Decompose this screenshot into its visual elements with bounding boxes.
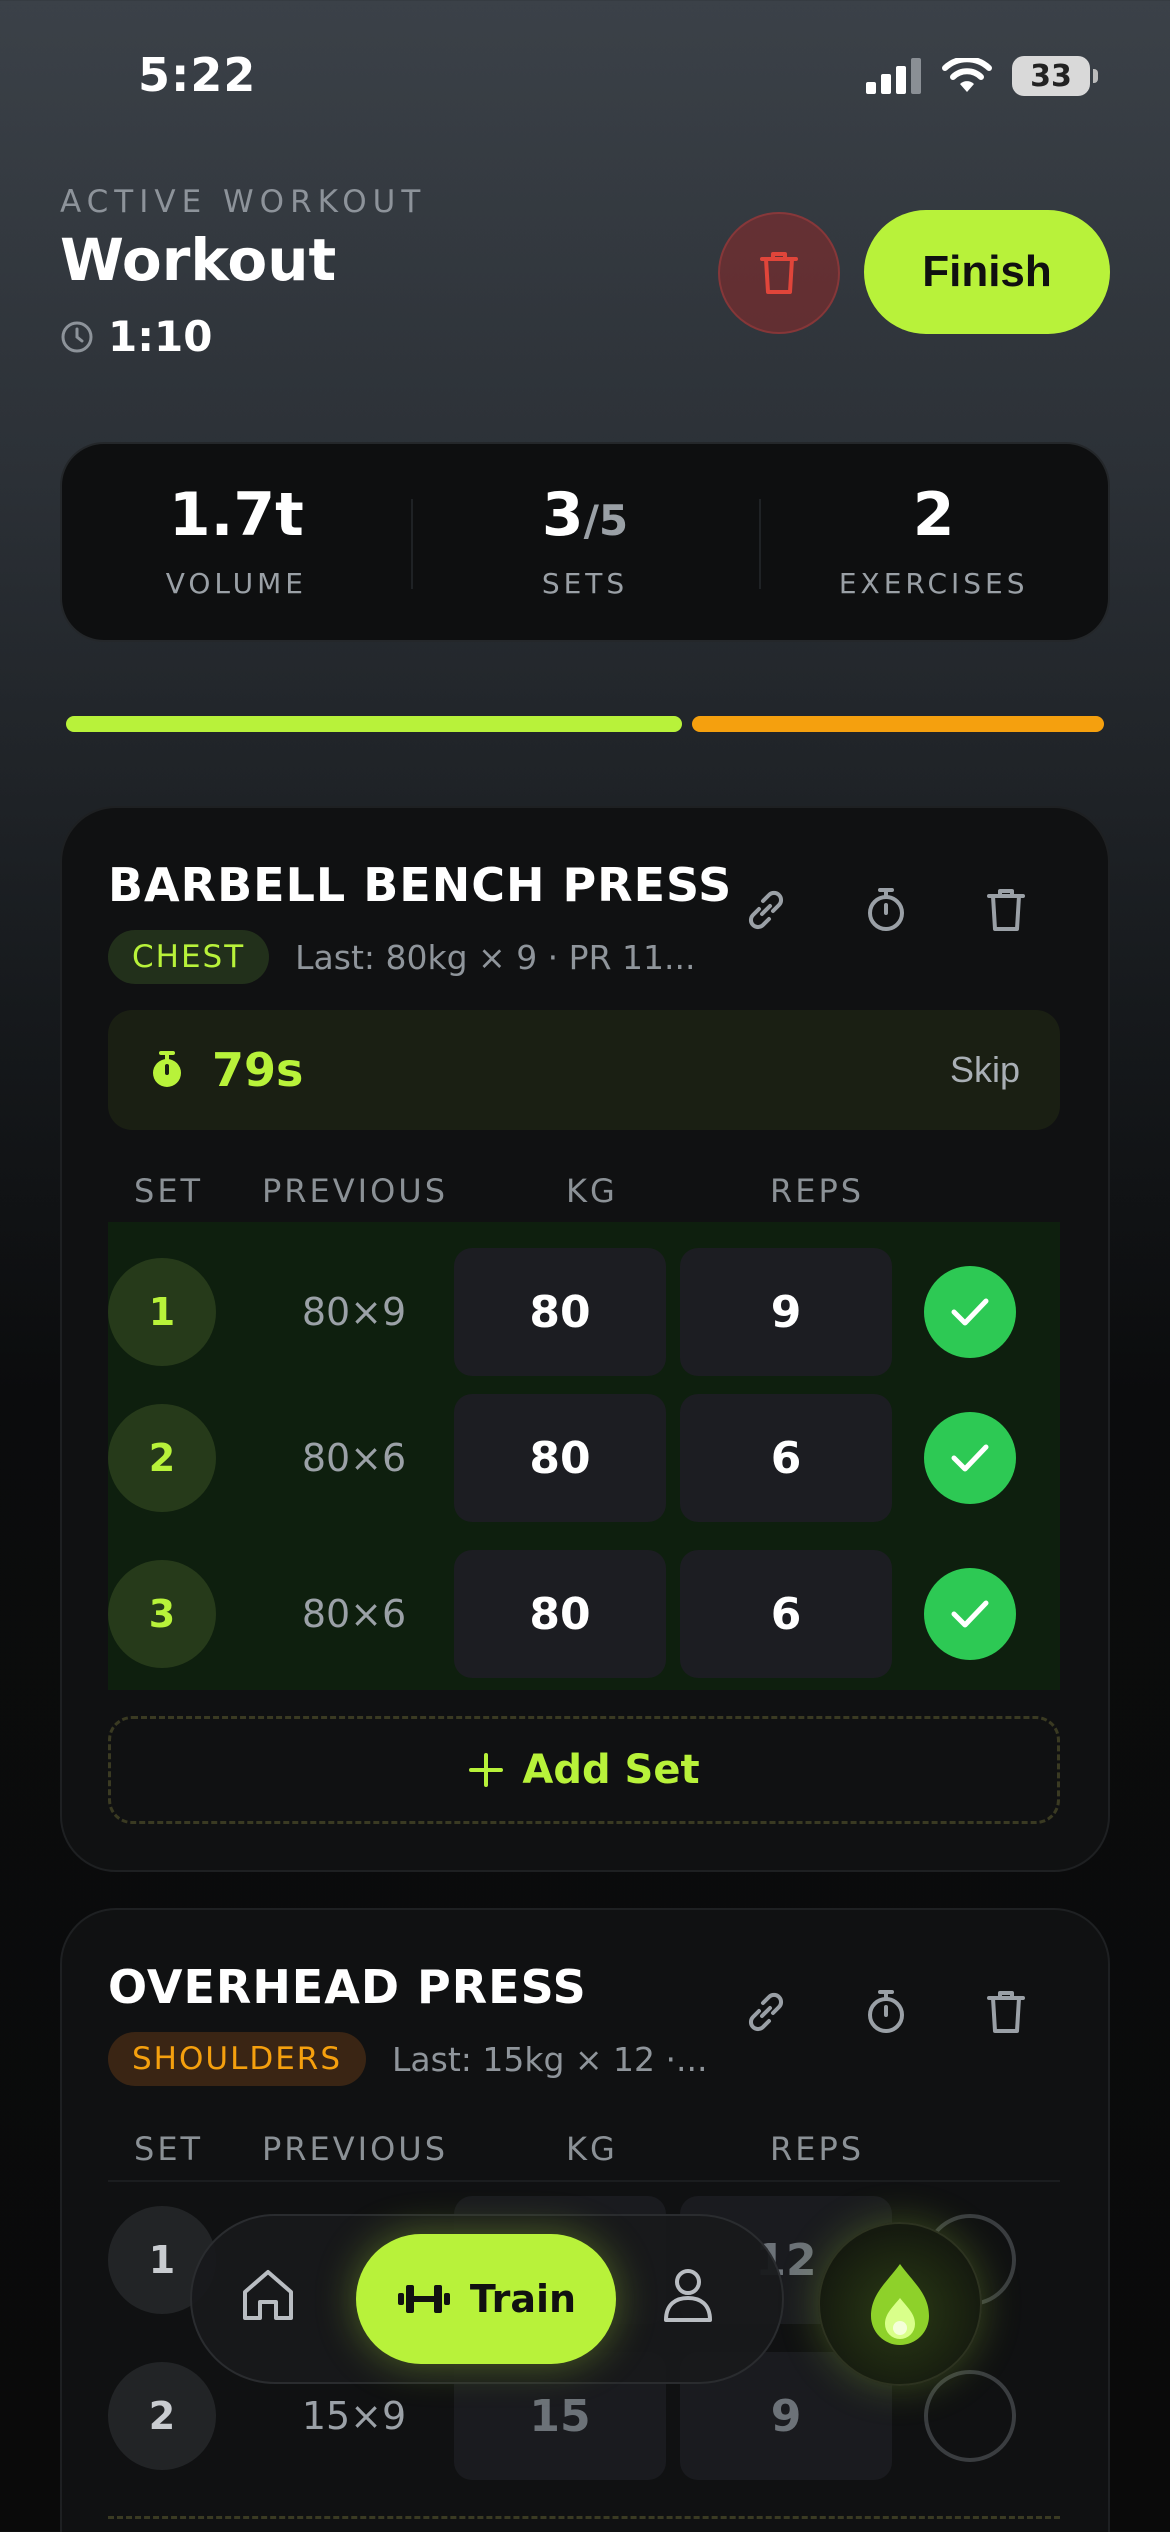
col-header-set: SET (134, 2130, 204, 2168)
nav-home[interactable] (240, 2266, 296, 2328)
set-previous: 80×9 (301, 1290, 407, 1334)
status-time: 5:22 (138, 48, 257, 102)
exercise-1-progress-bar (66, 716, 682, 732)
stat-volume-value: 1.7t (168, 479, 304, 550)
set-row: 3 80×6 80 6 (108, 1550, 1060, 1678)
trash-icon (760, 252, 798, 294)
stat-volume-label: VOLUME (165, 566, 307, 600)
checkmark-icon (951, 1600, 989, 1628)
stat-exercises-value: 2 (912, 479, 955, 550)
link-icon (748, 890, 784, 930)
set-complete-toggle[interactable] (924, 1412, 1016, 1504)
nav-train-label: Train (469, 2277, 577, 2321)
plus-icon (469, 1753, 504, 1787)
superset-link-button[interactable] (734, 1980, 798, 2044)
set-row: 2 80×6 80 6 (108, 1394, 1060, 1522)
rest-timer-banner: 79s Skip (108, 1010, 1060, 1130)
stat-sets-label: SETS (541, 566, 629, 600)
col-header-previous: PREVIOUS (262, 1172, 448, 1210)
stopwatch-icon (868, 1990, 904, 2033)
add-set-button-partial[interactable] (108, 2516, 1060, 2532)
reps-input[interactable]: 6 (680, 1550, 892, 1678)
set-number[interactable]: 2 (108, 2362, 216, 2470)
stat-sets: 3/5 SETS (410, 444, 760, 640)
elapsed-timer: 1:10 (60, 312, 212, 361)
set-number[interactable]: 3 (108, 1560, 216, 1668)
add-set-button[interactable]: Add Set (108, 1716, 1060, 1824)
rest-seconds: 79s (212, 1043, 304, 1097)
kg-input[interactable]: 80 (454, 1248, 666, 1376)
add-set-label: Add Set (522, 1747, 700, 1793)
col-header-reps: REPS (770, 2130, 865, 2168)
nav-train[interactable]: Train (356, 2234, 616, 2364)
set-row: 1 80×9 80 9 (108, 1248, 1060, 1376)
exercise-meta: CHEST Last: 80kg × 9 · PR 11... (108, 930, 695, 984)
set-complete-toggle[interactable] (924, 1266, 1016, 1358)
streak-fab[interactable] (818, 2222, 982, 2386)
stopwatch-icon (868, 888, 904, 931)
exercise-2-progress-bar (692, 716, 1104, 732)
header-eyebrow: ACTIVE WORKOUT (60, 184, 427, 220)
stat-sets-value: 3 (541, 479, 584, 550)
profile-icon (664, 2269, 712, 2322)
battery-indicator: 33 (1012, 56, 1098, 96)
delete-exercise-button[interactable] (974, 1980, 1038, 2044)
signal-icon (866, 58, 921, 94)
muscle-tag: CHEST (108, 930, 270, 984)
last-performance: Last: 15kg × 12 ·... (392, 2039, 708, 2079)
trash-icon (987, 1991, 1025, 2033)
reps-input[interactable]: 9 (680, 1248, 892, 1376)
set-number[interactable]: 1 (108, 1258, 216, 1366)
col-header-kg: KG (566, 1172, 618, 1210)
elapsed-time: 1:10 (108, 312, 213, 361)
exercise-meta: SHOULDERS Last: 15kg × 12 ·... (108, 2032, 708, 2086)
rest-timer-button[interactable] (854, 878, 918, 942)
delete-exercise-button[interactable] (974, 878, 1038, 942)
stopwatch-icon (153, 1051, 181, 1087)
stat-sets-total: /5 (583, 495, 629, 545)
link-icon (748, 1992, 784, 2032)
kg-input[interactable]: 80 (454, 1394, 666, 1522)
trash-icon (987, 889, 1025, 931)
col-header-set: SET (134, 1172, 204, 1210)
checkmark-icon (951, 1444, 989, 1472)
set-complete-toggle[interactable] (924, 2370, 1016, 2462)
set-previous: 80×6 (301, 1592, 407, 1636)
workout-stats-card: 1.7t VOLUME 3/5 SETS 2 EXERCISES (60, 442, 1110, 642)
dumbbell-icon (397, 2285, 450, 2313)
col-header-kg: KG (566, 2130, 618, 2168)
clock-icon (61, 321, 93, 352)
kg-input[interactable]: 80 (454, 1550, 666, 1678)
superset-link-button[interactable] (734, 878, 798, 942)
page-title: Workout (60, 226, 337, 294)
wifi-icon (942, 58, 992, 92)
set-previous: 80×6 (301, 1436, 407, 1480)
col-header-reps: REPS (770, 1172, 865, 1210)
muscle-tag: SHOULDERS (108, 2032, 367, 2086)
status-icons: 33 (866, 56, 1098, 96)
exercise-name: OVERHEAD PRESS (108, 1960, 587, 2014)
last-performance: Last: 80kg × 9 · PR 11... (295, 937, 696, 977)
reps-input[interactable]: 6 (680, 1394, 892, 1522)
set-number[interactable]: 2 (108, 1404, 216, 1512)
nav-profile[interactable] (662, 2266, 714, 2328)
home-icon (243, 2270, 293, 2320)
finish-button[interactable]: Finish (864, 210, 1110, 334)
checkmark-icon (951, 1298, 989, 1326)
stat-exercises-label: EXERCISES (838, 566, 1029, 600)
set-previous: 15×9 (301, 2394, 407, 2438)
flame-icon (871, 2264, 929, 2345)
col-header-previous: PREVIOUS (262, 2130, 448, 2168)
discard-workout-button[interactable] (718, 212, 840, 334)
skip-rest-button[interactable]: Skip (950, 1049, 1020, 1091)
stat-exercises: 2 EXERCISES (759, 444, 1108, 640)
exercise-name: BARBELL BENCH PRESS (108, 858, 733, 912)
stat-volume: 1.7t VOLUME (62, 444, 411, 640)
set-complete-toggle[interactable] (924, 1568, 1016, 1660)
rest-timer-button[interactable] (854, 1980, 918, 2044)
divider (108, 2180, 1060, 2182)
